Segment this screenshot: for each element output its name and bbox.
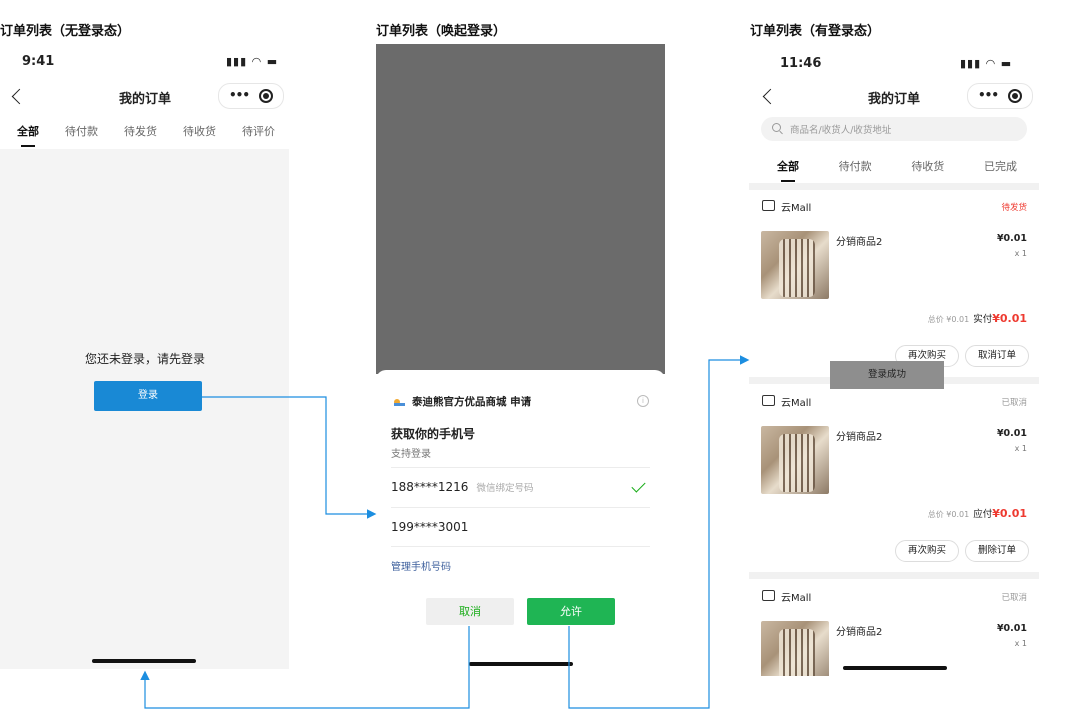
arrow-allow-to-logged-in: [568, 355, 750, 709]
flow-arrows: [140, 355, 750, 709]
arrow-login-to-prompt: [202, 396, 377, 519]
arrow-cancel-to-logged-out: [140, 626, 470, 709]
